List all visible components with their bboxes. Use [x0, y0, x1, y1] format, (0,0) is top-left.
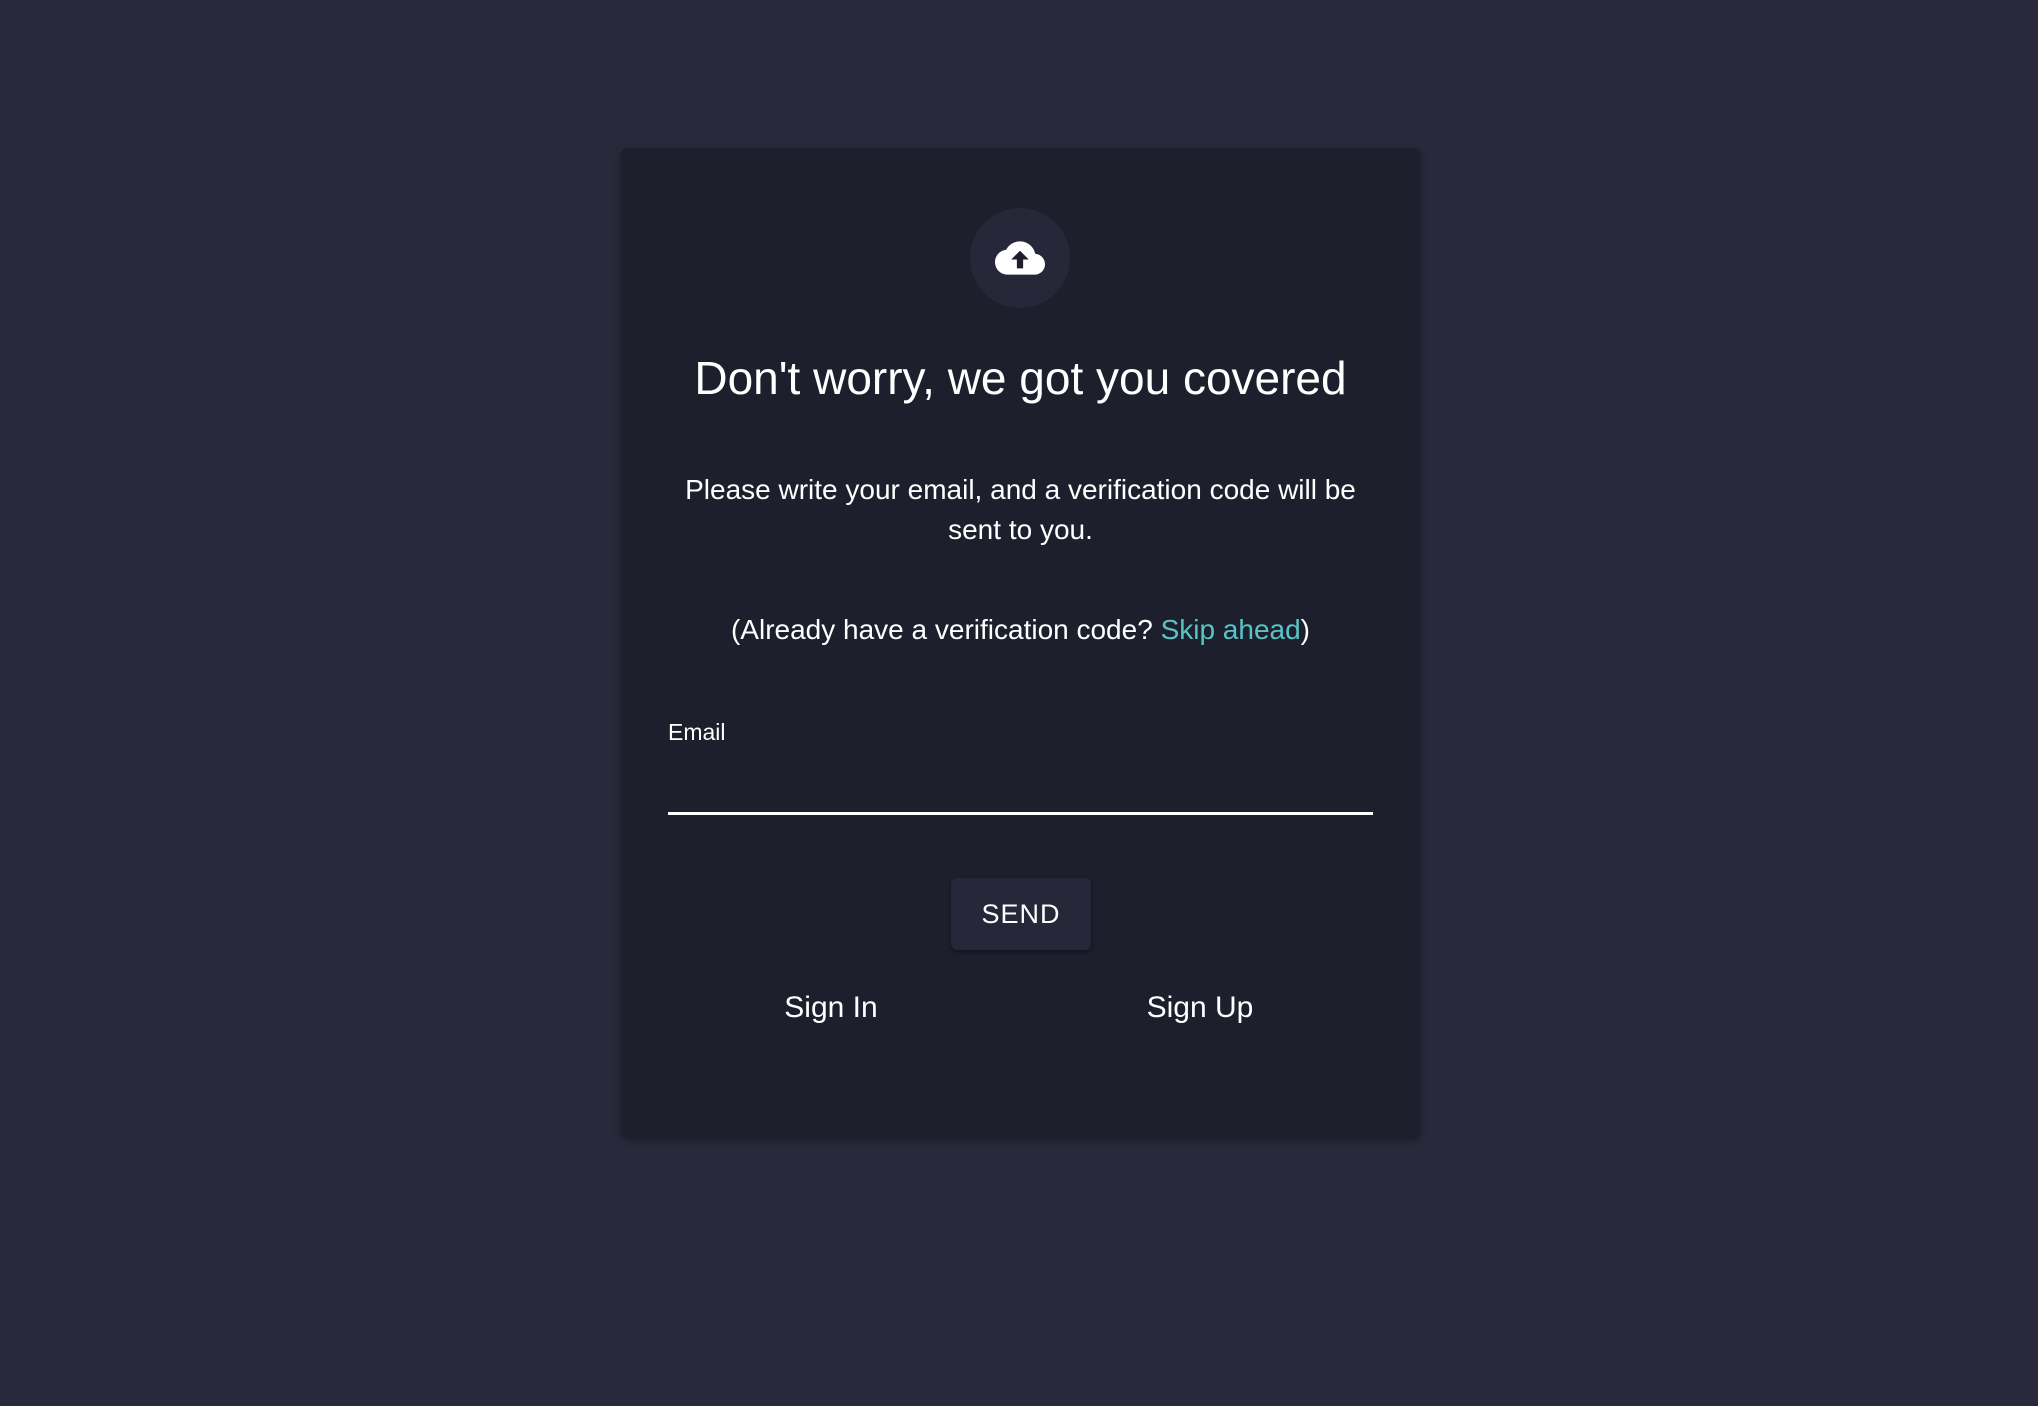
email-field[interactable] [668, 762, 1373, 815]
cloud-upload-icon [995, 241, 1045, 275]
instructions-text: Please write your email, and a verificat… [685, 474, 1356, 545]
page-title: Don't worry, we got you covered [694, 352, 1347, 404]
skip-ahead-link[interactable]: Skip ahead [1161, 614, 1301, 645]
already-have-code-text: (Already have a verification code? Skip … [621, 610, 1420, 650]
already-have-code-prefix: (Already have a verification code? [730, 614, 1161, 645]
logo-badge [970, 208, 1070, 308]
email-label: Email [668, 719, 726, 745]
sign-in-link[interactable]: Sign In [731, 988, 931, 1028]
already-have-code-suffix: ) [1300, 614, 1310, 645]
forgot-password-card: Don't worry, we got you covered Please w… [621, 148, 1420, 1137]
send-button[interactable]: SEND [951, 878, 1091, 950]
sign-up-link[interactable]: Sign Up [1100, 988, 1300, 1028]
